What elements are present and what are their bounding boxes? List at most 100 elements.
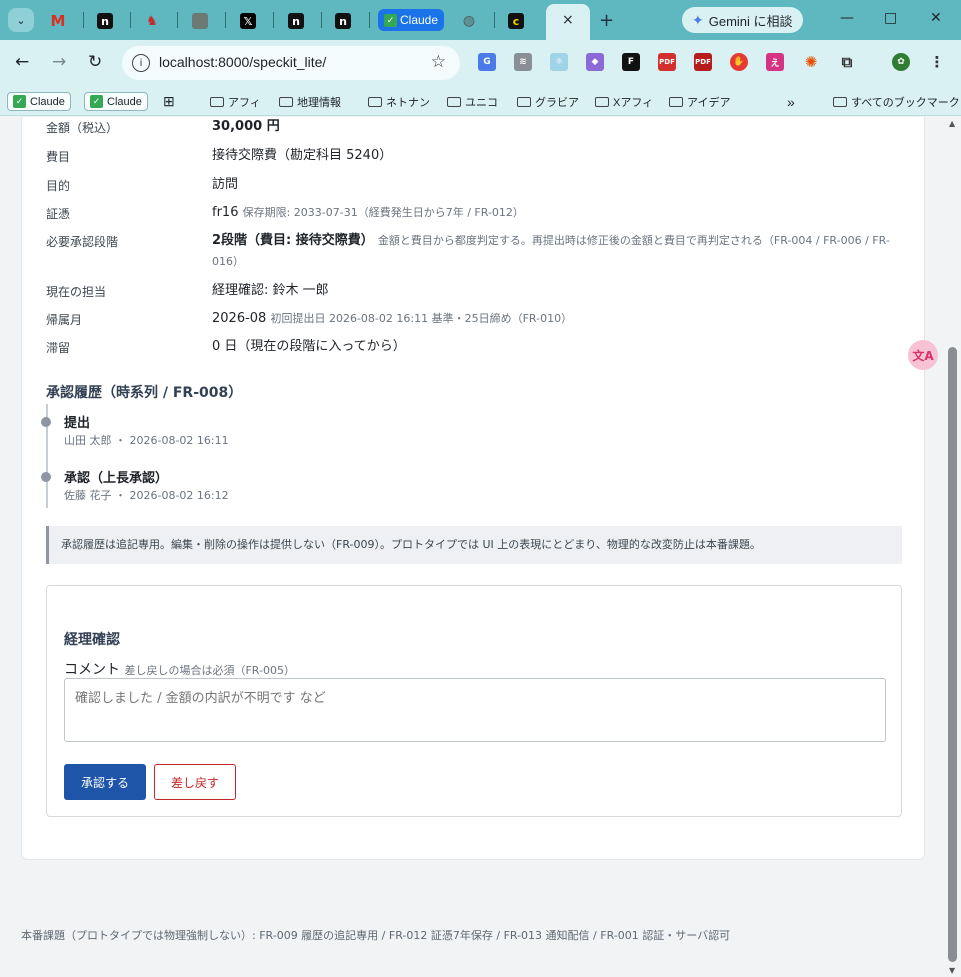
tab-c[interactable]: c — [508, 8, 524, 34]
close-tab-icon[interactable]: × — [562, 12, 574, 28]
globe-icon: ◍ — [462, 13, 476, 29]
tab-separator — [273, 12, 274, 28]
extension-icon[interactable]: F — [622, 53, 640, 71]
menu-icon[interactable]: ⋮ — [928, 53, 946, 71]
translate-extension-icon[interactable]: G — [478, 53, 496, 71]
approval-stages-value: 2段階（費目: 接待交際費） — [212, 233, 374, 248]
scroll-up-arrow-icon[interactable]: ▲ — [949, 119, 955, 128]
active-tab[interactable]: × — [546, 4, 590, 40]
folder-icon — [368, 96, 382, 107]
scroll-down-arrow-icon[interactable]: ▼ — [949, 966, 955, 975]
bookmark-folder-chiri[interactable]: 地理情報 — [279, 92, 341, 111]
tab-note-2[interactable]: n — [288, 8, 304, 34]
minimize-button[interactable]: — — [840, 10, 854, 26]
pdf-extension-icon[interactable]: PDF — [694, 53, 712, 71]
tab-separator — [83, 12, 84, 28]
tab-image[interactable] — [192, 8, 208, 34]
tab-note-3[interactable]: n — [335, 8, 351, 34]
bookmark-label: ネトナン — [386, 96, 430, 109]
detail-value: 30,000 円 — [212, 119, 280, 134]
address-bar[interactable]: i localhost:8000/speckit_lite/ ☆ — [122, 46, 460, 80]
bookmarks-overflow-button[interactable]: » — [787, 92, 795, 111]
all-bookmarks-label: すべてのブックマーク — [851, 96, 960, 109]
tab-globe[interactable]: ◍ — [461, 8, 477, 34]
bookmark-label: Claude — [107, 95, 142, 108]
tab-separator — [494, 12, 495, 28]
react-extension-icon[interactable]: ⚛ — [550, 53, 568, 71]
tab-separator — [130, 12, 131, 28]
gemini-button[interactable]: ✦ Gemini に相談 — [682, 7, 803, 33]
detail-label: 金額（税込） — [46, 121, 119, 135]
receipt-id[interactable]: fr16 — [212, 205, 238, 220]
detail-label: 帰属月 — [46, 313, 83, 327]
bookmark-folder-yuniko[interactable]: ユニコ — [447, 92, 498, 111]
detail-label: 証憑 — [46, 207, 71, 221]
return-button[interactable]: 差し戻す — [154, 764, 236, 800]
close-window-button[interactable]: ✕ — [930, 10, 942, 26]
folder-icon — [279, 96, 293, 107]
comment-hint: 差し戻しの場合は必須（FR-005） — [124, 664, 295, 677]
bookmark-claude-2[interactable]: ✓ Claude — [84, 92, 148, 111]
forward-arrow-icon[interactable]: → — [52, 52, 66, 72]
new-tab-button[interactable]: + — [599, 10, 614, 31]
timeline-meta: 佐藤 花子 ・ 2026-08-02 16:12 — [64, 489, 229, 502]
tab-x[interactable]: 𝕏 — [240, 8, 256, 34]
tab-note-1[interactable]: n — [97, 8, 113, 34]
adblock-extension-icon[interactable]: ✋ — [730, 53, 748, 71]
tab-search-button[interactable]: ⌄ — [8, 8, 34, 32]
extension-icon[interactable]: え — [766, 53, 784, 71]
tab-separator — [177, 12, 178, 28]
comment-textarea[interactable] — [64, 678, 886, 742]
tab-site[interactable]: ♞ — [144, 8, 160, 34]
reload-icon[interactable]: ↻ — [88, 52, 102, 72]
unicorn-icon: ♞ — [146, 13, 158, 29]
note-icon: n — [288, 13, 304, 29]
timeline-dot — [41, 417, 51, 427]
tab-separator — [369, 12, 370, 28]
bookmark-folder-affi[interactable]: アフィ — [210, 92, 261, 111]
url-text[interactable]: localhost:8000/speckit_lite/ — [159, 54, 326, 70]
detail-label: 現在の担当 — [46, 285, 107, 299]
apps-grid-icon[interactable]: ⊞ — [163, 92, 175, 111]
history-heading: 承認履歴（時系列 / FR-008） — [46, 385, 243, 401]
bookmark-folder-idea[interactable]: アイデア — [669, 92, 730, 111]
approve-button[interactable]: 承認する — [64, 764, 146, 800]
extension-icon[interactable]: ≋ — [514, 53, 532, 71]
bookmark-label: アイデア — [687, 96, 731, 109]
tab-separator — [225, 12, 226, 28]
checkbox-icon: ✓ — [384, 13, 397, 27]
detail-value-wrap: 2026-08 初回提出日 2026-08-02 16:11 基準・25日締め（… — [212, 308, 902, 329]
bookmark-claude-1[interactable]: ✓ Claude — [7, 92, 71, 111]
translate-floating-icon[interactable]: 文A — [908, 340, 938, 370]
bookmark-label: Claude — [30, 95, 65, 108]
bookmark-folder-gravure[interactable]: グラビア — [517, 92, 579, 111]
timeline-meta: 山田 太郎 ・ 2026-08-02 16:11 — [64, 434, 229, 447]
timeline-action: 承認（上長承認） — [64, 471, 169, 486]
detail-label: 費目 — [46, 150, 71, 164]
maximize-button[interactable]: □ — [884, 10, 897, 26]
site-info-icon[interactable]: i — [132, 54, 150, 72]
folder-icon — [595, 96, 609, 107]
bookmark-star-icon[interactable]: ☆ — [431, 52, 446, 72]
bookmark-label: グラビア — [535, 96, 579, 109]
detail-value-wrap: 2段階（費目: 接待交際費） 金額と費目から都度判定する。再提出時は修正後の金額… — [212, 230, 902, 272]
note-icon: n — [97, 13, 113, 29]
back-arrow-icon[interactable]: ← — [15, 52, 29, 72]
extension-icon[interactable]: ◆ — [586, 53, 604, 71]
profile-avatar[interactable]: ✿ — [892, 53, 910, 71]
bookmark-folder-xaffi[interactable]: Xアフィ — [595, 92, 653, 111]
page-scrollbar[interactable]: ▲ ▼ — [945, 117, 961, 977]
detail-value-wrap: fr16 保存期限: 2033-07-31（経費発生日から7年 / FR-012… — [212, 202, 902, 223]
tab-gmail[interactable]: M — [50, 8, 66, 34]
tab-claude[interactable]: ✓ Claude — [378, 9, 445, 31]
scrollbar-thumb[interactable] — [948, 347, 957, 962]
review-heading: 経理確認 — [64, 632, 120, 648]
folder-icon — [669, 96, 683, 107]
all-bookmarks-folder[interactable]: すべてのブックマーク — [833, 92, 960, 111]
sun-extension-icon[interactable]: ✺ — [802, 53, 820, 71]
extensions-puzzle-icon[interactable]: ⧉ — [838, 53, 856, 71]
checkbox-icon: ✓ — [13, 95, 26, 108]
pdf-extension-icon[interactable]: PDF — [658, 53, 676, 71]
bookmark-folder-netonan[interactable]: ネトナン — [368, 92, 430, 111]
bookmark-label: アフィ — [228, 96, 261, 109]
